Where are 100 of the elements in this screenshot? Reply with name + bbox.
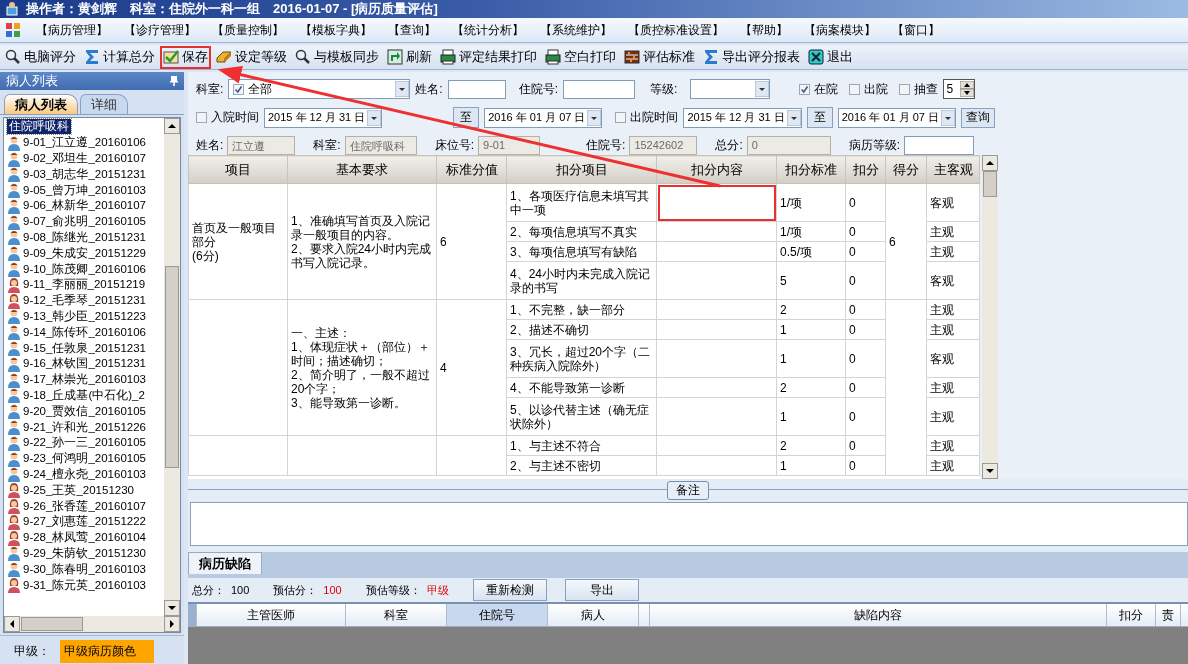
patient-item[interactable]: 9-28_林凤莺_20160104 bbox=[23, 530, 146, 546]
column-header[interactable]: 病人 bbox=[548, 604, 639, 626]
column-header[interactable]: 扣分 bbox=[845, 155, 886, 184]
patient-item[interactable]: 9-12_毛季琴_20151231 bbox=[23, 293, 146, 309]
patient-item[interactable]: 9-07_俞兆明_20160105 bbox=[23, 214, 146, 230]
field-label: 姓名: bbox=[415, 80, 443, 98]
column-header[interactable]: 责 bbox=[1156, 604, 1181, 626]
menu-item[interactable]: 【窗口】 bbox=[892, 21, 940, 39]
menu-item[interactable]: 【系统维护】 bbox=[540, 21, 612, 39]
patient-item[interactable]: 9-25_王英_20151230 bbox=[23, 482, 134, 498]
man-icon bbox=[7, 545, 21, 562]
toolbar-button[interactable]: 电脑评分 bbox=[2, 45, 79, 69]
date-picker[interactable]: 2016 年 01 月 07 日 bbox=[837, 107, 956, 128]
menu-item[interactable]: 【帮助】 bbox=[740, 21, 788, 39]
patient-item[interactable]: 9-31_陈元英_20160103 bbox=[23, 577, 146, 593]
toolbar-button[interactable]: 空白打印 bbox=[542, 45, 619, 69]
patient-item[interactable]: 9-01_江立遵_20160106 bbox=[23, 135, 146, 151]
refresh-icon bbox=[387, 49, 403, 65]
patient-item[interactable]: 9-14_陈传环_20160106 bbox=[23, 324, 146, 340]
toolbar-button[interactable]: 导出评分报表 bbox=[700, 45, 803, 69]
table-cell: 2 bbox=[776, 377, 846, 398]
tab[interactable]: 病历缺陷 bbox=[188, 552, 262, 574]
column-header[interactable]: 扣分 bbox=[1107, 604, 1156, 626]
date-picker[interactable]: 2016 年 01 月 07 日 bbox=[484, 107, 603, 128]
patient-item[interactable]: 9-21_许和光_20151226 bbox=[23, 419, 146, 435]
department-combo[interactable]: 全部 bbox=[228, 79, 411, 99]
tree-node[interactable]: 住院呼吸科 bbox=[7, 119, 71, 135]
column-header[interactable]: 标准分值 bbox=[436, 155, 507, 184]
checkbox[interactable] bbox=[615, 112, 627, 123]
toolbar-button[interactable]: 刷新 bbox=[384, 45, 435, 69]
notes-field[interactable] bbox=[190, 502, 1188, 546]
patient-item[interactable]: 9-18_丘成基(中石化)_2 bbox=[23, 387, 145, 403]
menu-item[interactable]: 【质控标准设置】 bbox=[628, 21, 724, 39]
menu-item[interactable]: 【质量控制】 bbox=[212, 21, 284, 39]
patient-item[interactable]: 9-22_孙一三_20160105 bbox=[23, 435, 146, 451]
column-header[interactable]: 扣分内容 bbox=[656, 155, 777, 184]
patient-item[interactable]: 9-13_韩少臣_20151223 bbox=[23, 308, 146, 324]
query-button[interactable]: 查询 bbox=[960, 107, 995, 128]
tab[interactable]: 详细 bbox=[80, 94, 128, 114]
man-icon bbox=[7, 340, 21, 357]
scroll-thumb[interactable] bbox=[21, 617, 83, 631]
sample-count-spinner[interactable]: 5 bbox=[943, 79, 976, 99]
patient-item[interactable]: 9-10_陈茂卿_20160106 bbox=[23, 261, 146, 277]
toolbar-button[interactable]: 评定结果打印 bbox=[437, 45, 540, 69]
patient-item[interactable]: 9-05_曾万坤_20160103 bbox=[23, 182, 146, 198]
patient-item[interactable]: 9-17_林崇光_20160103 bbox=[23, 372, 146, 388]
checkbox[interactable] bbox=[233, 83, 245, 95]
menu-item[interactable]: 【查询】 bbox=[388, 21, 436, 39]
patient-item[interactable]: 9-11_李丽丽_20151219 bbox=[23, 277, 146, 293]
date-picker[interactable]: 2015 年 12 月 31 日 bbox=[683, 107, 802, 128]
patient-item[interactable]: 9-20_贾效信_20160105 bbox=[23, 403, 146, 419]
patient-item[interactable]: 9-03_胡志华_20151231 bbox=[23, 166, 146, 182]
toolbar-button[interactable]: 与模板同步 bbox=[292, 45, 382, 69]
patient-item[interactable]: 9-24_檀永尧_20160103 bbox=[23, 466, 146, 482]
column-header[interactable]: 主客观 bbox=[926, 155, 980, 184]
patient-item[interactable]: 9-02_邓坦生_20160107 bbox=[23, 151, 146, 166]
patient-item[interactable]: 9-27_刘惠莲_20151222 bbox=[23, 514, 146, 530]
search-icon bbox=[295, 49, 311, 65]
patient-item[interactable]: 9-08_陈继光_20151231 bbox=[23, 229, 146, 245]
toolbar-button[interactable]: 设定等级 bbox=[213, 45, 290, 69]
grade-combo[interactable] bbox=[690, 79, 771, 99]
menu-item[interactable]: 【病案模块】 bbox=[804, 21, 876, 39]
table-cell: 0 bbox=[845, 183, 886, 222]
column-header[interactable]: 得分 bbox=[885, 155, 927, 184]
checkbox[interactable] bbox=[799, 83, 811, 95]
info-field[interactable] bbox=[904, 136, 975, 155]
patient-item[interactable]: 9-23_何鸿明_20160105 bbox=[23, 451, 146, 467]
toolbar-button[interactable]: 评估标准 bbox=[621, 45, 698, 69]
column-header[interactable]: 基本要求 bbox=[287, 155, 437, 184]
scroll-thumb[interactable] bbox=[983, 171, 997, 197]
column-header[interactable]: 项目 bbox=[188, 155, 288, 184]
toolbar-button[interactable]: 计算总分 bbox=[81, 45, 158, 69]
patient-item[interactable]: 9-15_任敦泉_20151231 bbox=[23, 340, 146, 356]
toolbar-button[interactable]: 退出 bbox=[805, 45, 856, 69]
patient-item[interactable]: 9-30_陈春明_20160103 bbox=[23, 561, 146, 577]
menu-item[interactable]: 【诊疗管理】 bbox=[124, 21, 196, 39]
menu-item[interactable]: 【统计分析】 bbox=[452, 21, 524, 39]
patient-item[interactable]: 9-09_朱成安_20151229 bbox=[23, 245, 146, 261]
toolbar-button[interactable]: 保存 bbox=[160, 45, 211, 69]
column-header[interactable]: 主管医师 bbox=[197, 604, 346, 626]
tab[interactable]: 病人列表 bbox=[4, 94, 78, 114]
name-field[interactable] bbox=[447, 79, 506, 99]
checkbox[interactable] bbox=[899, 83, 911, 95]
action-button[interactable]: 导出 bbox=[564, 579, 639, 601]
patient-item[interactable]: 9-29_朱荫钦_20151230 bbox=[23, 545, 146, 561]
action-button[interactable]: 重新检测 bbox=[472, 579, 547, 601]
menu-item[interactable]: 【模板字典】 bbox=[300, 21, 372, 39]
patient-item[interactable]: 9-16_林钦国_20151231 bbox=[23, 356, 146, 372]
column-header[interactable]: 扣分项目 bbox=[506, 155, 657, 184]
patient-item[interactable]: 9-06_林新华_20160107 bbox=[23, 198, 146, 214]
checkbox[interactable] bbox=[196, 112, 207, 123]
inpatient-number-field[interactable] bbox=[563, 79, 636, 99]
column-header[interactable]: 缺陷内容 bbox=[650, 604, 1107, 626]
checkbox[interactable] bbox=[849, 83, 861, 95]
menu-item[interactable]: 【病历管理】 bbox=[36, 21, 108, 39]
patient-item[interactable]: 9-26_张香莲_20160107 bbox=[23, 498, 146, 514]
date-picker[interactable]: 2015 年 12 月 31 日 bbox=[264, 107, 383, 128]
column-header[interactable]: 住院号 bbox=[447, 604, 548, 626]
scroll-thumb[interactable] bbox=[165, 266, 179, 468]
column-header[interactable]: 扣分标准 bbox=[776, 155, 846, 184]
